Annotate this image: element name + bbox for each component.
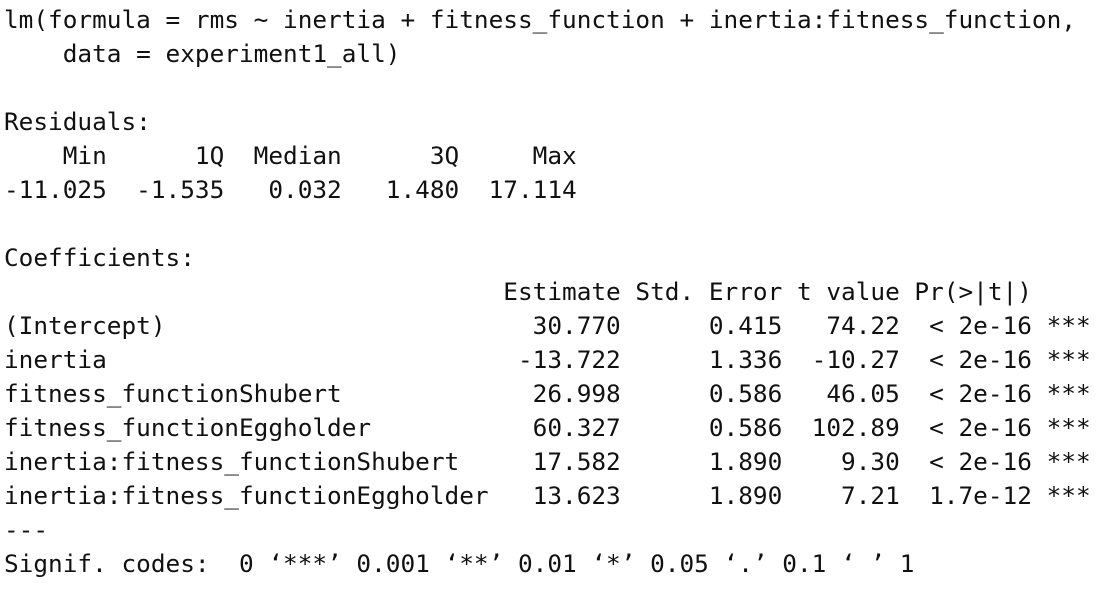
separator-line: --- [4,515,49,544]
residuals-values: -11.025 -1.535 0.032 1.480 17.114 [4,175,577,204]
coefficient-row: (Intercept) 30.770 0.415 74.22 < 2e-16 *… [4,311,1091,340]
coefficients-title: Coefficients: [4,243,195,272]
coefficient-row: inertia:fitness_functionEggholder 13.623… [4,481,1091,510]
lm-call-line-1: lm(formula = rms ~ inertia + fitness_fun… [4,5,1076,34]
residuals-header: Min 1Q Median 3Q Max [4,141,577,170]
coefficient-row: inertia -13.722 1.336 -10.27 < 2e-16 *** [4,345,1091,374]
r-console-output: lm(formula = rms ~ inertia + fitness_fun… [4,3,1091,581]
coefficient-row: fitness_functionEggholder 60.327 0.586 1… [4,413,1091,442]
signif-codes-line: Signif. codes: 0 ‘***’ 0.001 ‘**’ 0.01 ‘… [4,549,915,578]
coefficient-row: fitness_functionShubert 26.998 0.586 46.… [4,379,1091,408]
coefficients-header: Estimate Std. Error t value Pr(>|t|) [4,277,1091,306]
residuals-title: Residuals: [4,107,151,136]
lm-call-line-2: data = experiment1_all) [4,39,401,68]
coefficient-row: inertia:fitness_functionShubert 17.582 1… [4,447,1091,476]
